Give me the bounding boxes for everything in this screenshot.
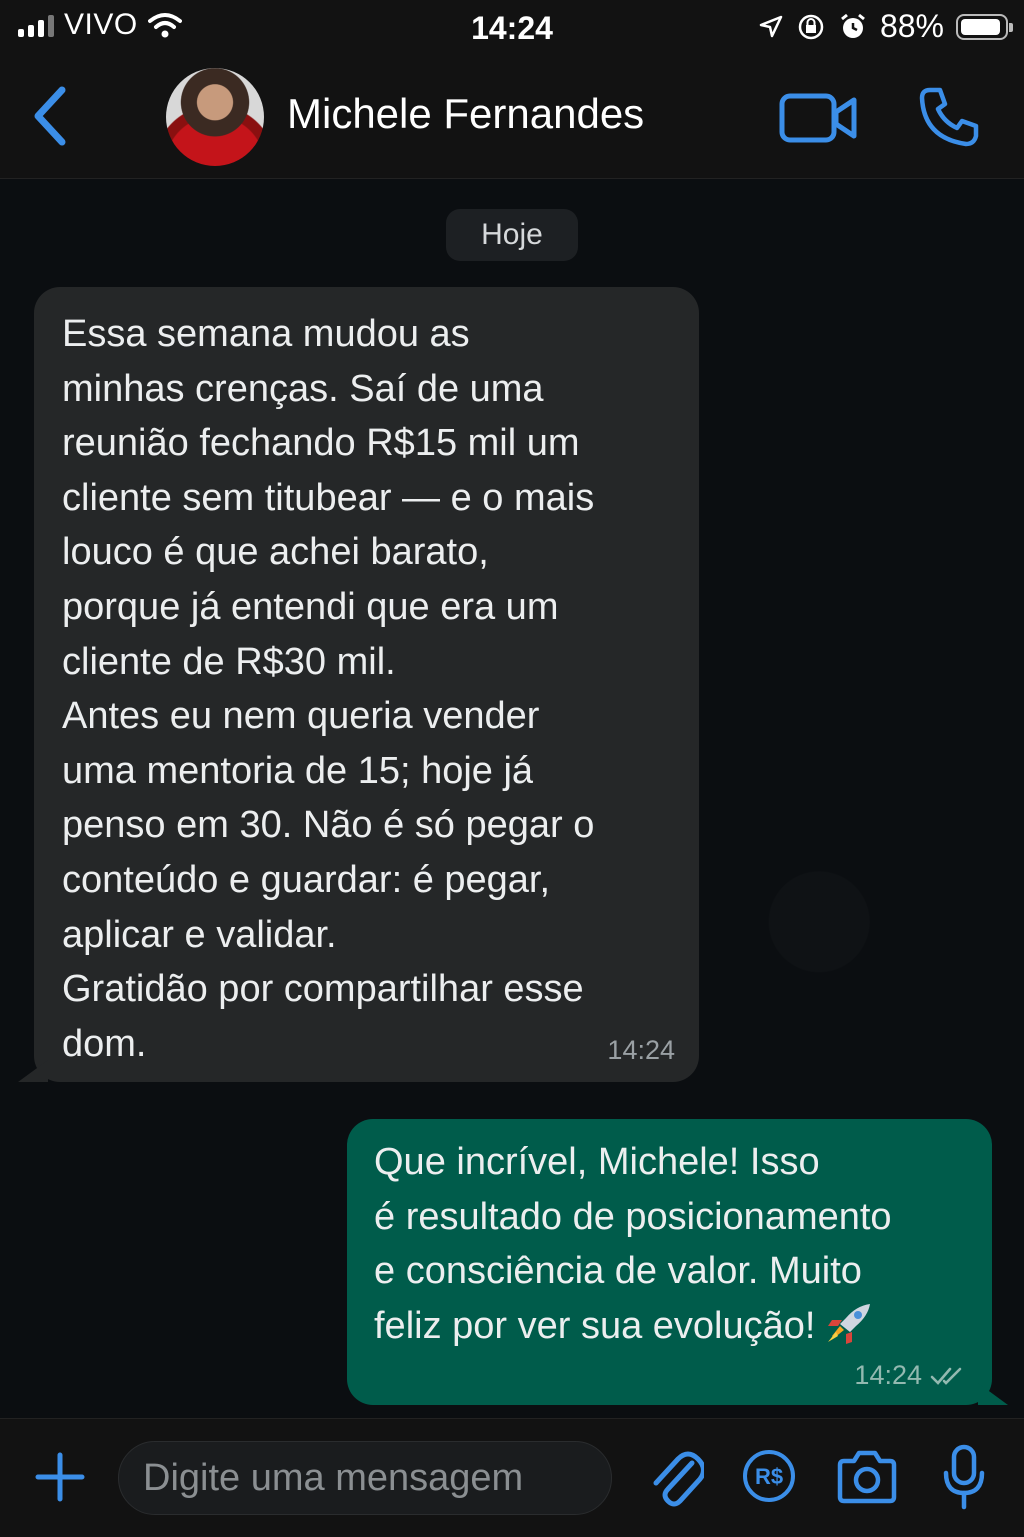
rotation-lock-icon	[798, 14, 824, 39]
chat-header: Michele Fernandes	[0, 58, 1024, 179]
attach-plus-button[interactable]	[34, 1451, 86, 1503]
outgoing-message-text: Que incrível, Michele! Isso é resultado …	[374, 1141, 892, 1347]
back-button[interactable]	[28, 86, 78, 146]
rocket-icon	[828, 1303, 871, 1344]
chat-area[interactable]: Hoje Essa semana mudou as minhas crenças…	[0, 179, 1024, 1417]
read-double-check-icon	[930, 1367, 962, 1385]
back-chevron-icon	[34, 86, 66, 146]
microphone-icon	[943, 1444, 985, 1510]
battery-percentage: 88%	[879, 8, 944, 44]
status-right: 88%	[758, 8, 1013, 45]
bubble-tail	[18, 1060, 48, 1082]
alarm-icon	[841, 13, 865, 38]
phone-icon	[919, 87, 979, 147]
camera-button[interactable]	[836, 1449, 898, 1505]
location-icon	[759, 15, 783, 37]
plus-icon	[35, 1452, 85, 1502]
outgoing-message-meta: 14:24	[854, 1360, 966, 1391]
payment-button[interactable]: R$	[742, 1449, 796, 1503]
payment-icon: R$	[743, 1450, 795, 1502]
contact-name[interactable]: Michele Fernandes	[287, 90, 644, 138]
outgoing-message-body: Que incrível, Michele! Isso é resultado …	[374, 1135, 984, 1353]
incoming-message-time: 14:24	[607, 1035, 675, 1065]
battery-icon	[956, 13, 1013, 40]
camera-icon	[837, 1450, 897, 1504]
video-call-button[interactable]	[778, 88, 858, 148]
avatar[interactable]	[166, 68, 264, 166]
message-input[interactable]	[118, 1441, 612, 1515]
video-call-icon	[779, 93, 857, 143]
incoming-message[interactable]: Essa semana mudou as minhas crenças. Saí…	[18, 287, 699, 1082]
microphone-button[interactable]	[940, 1443, 988, 1513]
payment-label: R$	[755, 1464, 783, 1489]
outgoing-message[interactable]: Que incrível, Michele! Isso é resultado …	[347, 1119, 1008, 1405]
bubble-tail	[978, 1383, 1008, 1405]
paperclip-icon	[653, 1451, 704, 1507]
date-chip: Hoje	[446, 209, 578, 261]
status-bar: VIVO 14:24 88%	[0, 0, 1024, 58]
incoming-message-text: Essa semana mudou as minhas crenças. Saí…	[62, 313, 595, 1065]
input-bar: R$	[0, 1418, 1024, 1537]
outgoing-message-time: 14:24	[854, 1360, 922, 1390]
attachment-button[interactable]	[648, 1445, 704, 1511]
voice-call-button[interactable]	[918, 86, 980, 148]
